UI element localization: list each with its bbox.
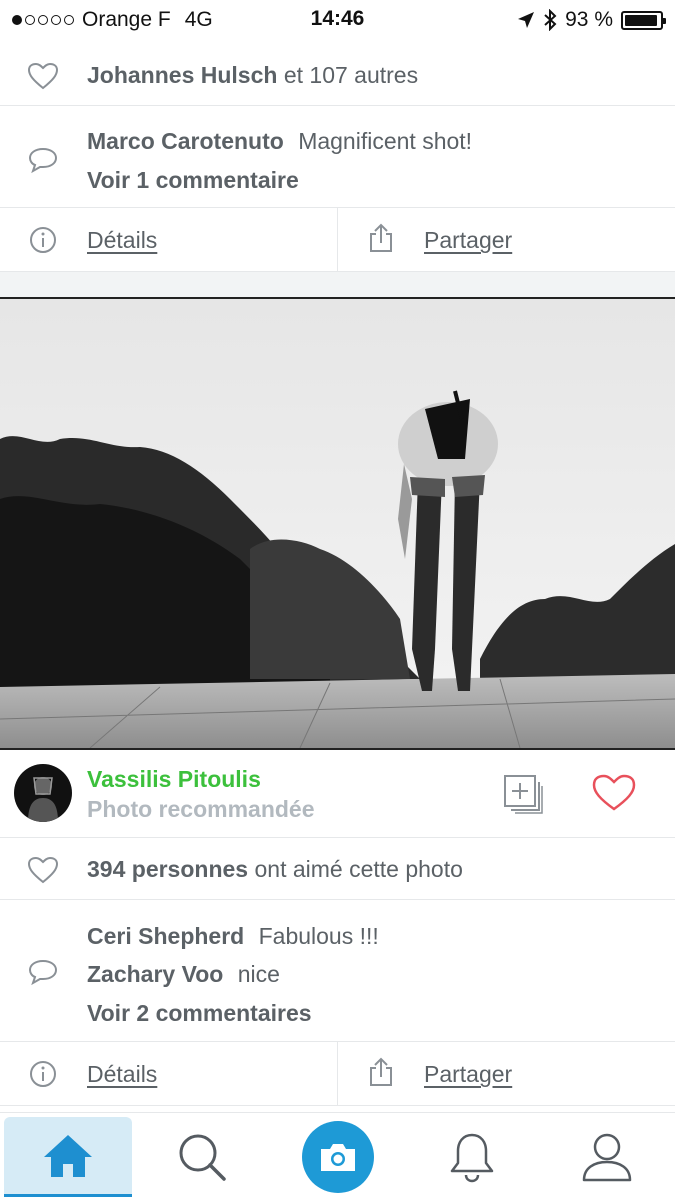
camera-button[interactable] bbox=[302, 1121, 374, 1193]
actions-divider bbox=[337, 1042, 338, 1105]
comment-text: Magnificent shot! bbox=[298, 128, 473, 154]
status-bar: Orange F 4G 14:46 93 % bbox=[0, 0, 675, 40]
likes-rest: ont aimé cette photo bbox=[254, 856, 463, 882]
tab-camera[interactable] bbox=[274, 1117, 402, 1197]
post2-actions: Détails Partager bbox=[0, 1042, 675, 1106]
add-to-collection-icon[interactable] bbox=[503, 774, 543, 814]
share-link[interactable]: Partager bbox=[424, 1061, 512, 1088]
comment-bubble-icon[interactable] bbox=[27, 958, 59, 986]
bell-icon bbox=[450, 1133, 494, 1183]
post2-likes-text: 394 personnes ont aimé cette photo bbox=[87, 856, 463, 883]
post2-author-row: Vassilis Pitoulis Photo recommandée bbox=[0, 752, 675, 838]
camera-icon bbox=[321, 1144, 355, 1171]
tab-profile[interactable] bbox=[543, 1117, 671, 1197]
heart-outline-icon[interactable] bbox=[27, 62, 59, 90]
comment-text: Fabulous !!! bbox=[258, 923, 379, 949]
post1-actions: Détails Partager bbox=[0, 208, 675, 272]
post1-comments-row: Marco Carotenuto Magnificent shot! Voir … bbox=[0, 106, 675, 208]
photo-image bbox=[0, 299, 675, 748]
share-icon[interactable] bbox=[369, 223, 393, 253]
tab-notifications[interactable] bbox=[408, 1117, 536, 1197]
share-icon[interactable] bbox=[369, 1057, 393, 1087]
tab-search[interactable] bbox=[138, 1117, 266, 1197]
post-photo[interactable] bbox=[0, 297, 675, 750]
post-separator bbox=[0, 272, 675, 297]
search-icon bbox=[179, 1134, 226, 1181]
status-right: 93 % bbox=[517, 8, 666, 32]
author-name[interactable]: Vassilis Pitoulis bbox=[87, 766, 261, 793]
profile-icon bbox=[582, 1133, 632, 1182]
comment-author[interactable]: Zachary Voo bbox=[87, 961, 223, 987]
tab-home[interactable] bbox=[4, 1117, 132, 1197]
like-heart-icon[interactable] bbox=[592, 774, 636, 812]
comment-line: Zachary Voo nice bbox=[87, 961, 280, 988]
comment-line: Marco Carotenuto Magnificent shot! bbox=[87, 128, 472, 155]
view-comments-link[interactable]: Voir 2 commentaires bbox=[87, 1000, 312, 1027]
avatar[interactable] bbox=[14, 764, 72, 822]
post2-comments-row: Ceri Shepherd Fabulous !!! Zachary Voo n… bbox=[0, 900, 675, 1042]
likes-count[interactable]: 394 personnes bbox=[87, 856, 248, 882]
bottom-tab-bar bbox=[0, 1112, 675, 1200]
bluetooth-icon bbox=[544, 9, 557, 31]
liker-name[interactable]: Johannes Hulsch bbox=[87, 62, 277, 88]
comment-text: nice bbox=[237, 961, 280, 987]
location-arrow-icon bbox=[518, 12, 535, 28]
comment-bubble-icon[interactable] bbox=[27, 146, 59, 174]
comment-author[interactable]: Ceri Shepherd bbox=[87, 923, 244, 949]
post1-likes-row[interactable]: Johannes Hulsch et 107 autres bbox=[0, 44, 675, 106]
details-link[interactable]: Détails bbox=[87, 1061, 157, 1088]
likes-rest: et 107 autres bbox=[283, 62, 419, 88]
comment-line: Ceri Shepherd Fabulous !!! bbox=[87, 923, 379, 950]
view-comments-link[interactable]: Voir 1 commentaire bbox=[87, 167, 299, 194]
home-icon bbox=[44, 1134, 92, 1177]
info-icon[interactable] bbox=[29, 1060, 57, 1088]
heart-outline-icon[interactable] bbox=[27, 856, 59, 884]
battery-icon bbox=[621, 10, 666, 30]
info-icon[interactable] bbox=[29, 226, 57, 254]
share-link[interactable]: Partager bbox=[424, 227, 512, 254]
author-subtitle: Photo recommandée bbox=[87, 796, 315, 822]
post2-likes-row[interactable]: 394 personnes ont aimé cette photo bbox=[0, 838, 675, 900]
details-link[interactable]: Détails bbox=[87, 227, 157, 254]
post1-likes-text: Johannes Hulsch et 107 autres bbox=[87, 62, 418, 89]
comment-author[interactable]: Marco Carotenuto bbox=[87, 128, 284, 154]
battery-percent: 93 % bbox=[565, 8, 613, 31]
actions-divider bbox=[337, 208, 338, 271]
